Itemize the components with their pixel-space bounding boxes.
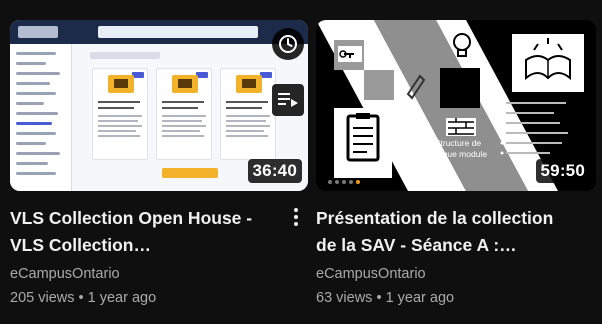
thumbnail-tile [92,68,148,160]
thumbnail-filter [90,52,160,59]
more-vertical-icon[interactable] [288,202,304,232]
thumbnail-cta [162,168,218,178]
meta-separator: • [78,290,84,306]
meta-separator: • [376,290,382,306]
video-title-line-1[interactable]: Présentation de la collection [316,205,580,232]
channel-name[interactable]: eCampusOntario [10,266,120,282]
upload-age: 1 year ago [385,290,455,306]
video-thumbnail-2[interactable]: Structure de chaque module 59:50 [316,20,596,191]
video-title-line-1[interactable]: VLS Collection Open House - [10,205,286,232]
queue-icon[interactable] [272,84,304,116]
clock-icon[interactable] [272,28,304,60]
thumbnail-tile [220,68,276,160]
video-thumbnail-1[interactable]: 36:40 [10,20,308,191]
thumbnail-caption-line-1: Structure de [435,138,482,148]
thumbnail-sidebar [10,44,72,191]
video-title[interactable]: Présentation de la collection de la SAV … [316,205,580,259]
thumbnail-searchbar [98,26,258,38]
video-meta: 205 views • 1 year ago [10,290,156,306]
thumbnail-tile [156,68,212,160]
duration-badge: 36:40 [247,159,302,183]
channel-name[interactable]: eCampusOntario [316,266,426,282]
video-meta: 63 views • 1 year ago [316,290,454,306]
upload-age: 1 year ago [87,290,157,306]
thumbnail-logo [18,26,58,38]
video-title[interactable]: VLS Collection Open House - VLS Collecti… [10,205,286,259]
video-title-line-2[interactable]: de la SAV - Séance A :… [316,232,580,259]
video-title-line-2[interactable]: VLS Collection… [10,232,286,259]
view-count: 63 views [316,290,373,306]
duration-badge: 59:50 [535,159,590,183]
view-count: 205 views [10,290,75,306]
thumbnail-caption-line-2: chaque module [429,149,487,159]
